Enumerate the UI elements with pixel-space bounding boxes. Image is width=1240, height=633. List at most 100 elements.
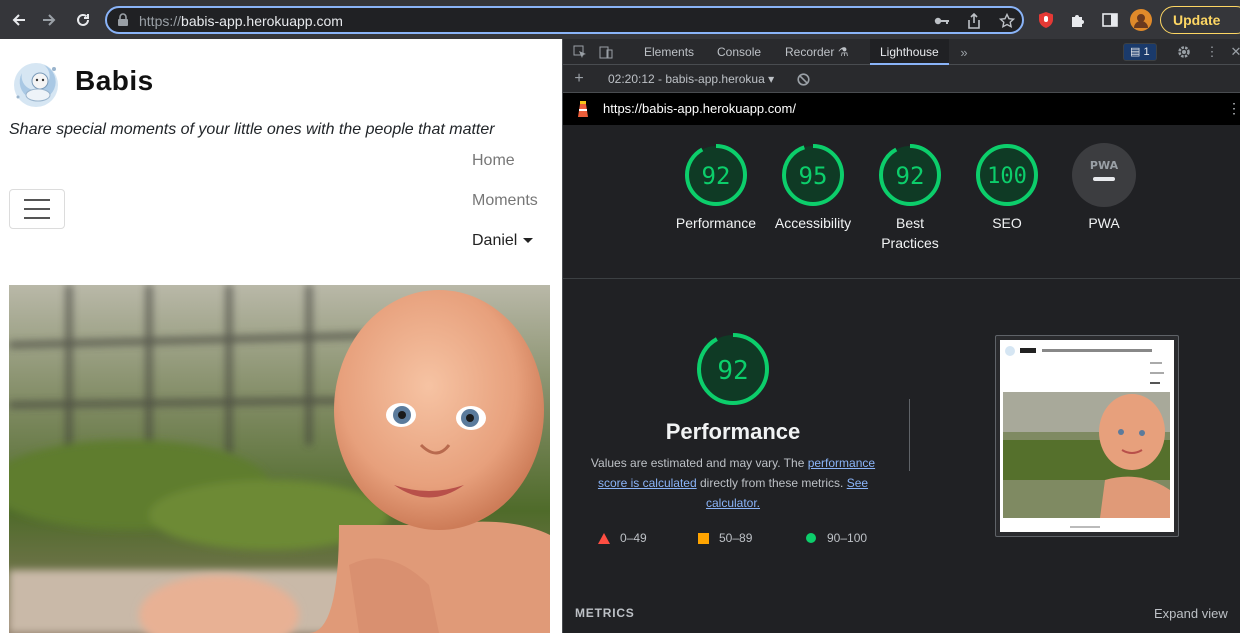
back-button[interactable]	[8, 9, 30, 31]
report-selector[interactable]: 02:20:12 - babis-app.herokua ▾	[608, 72, 774, 86]
gauge-label: Performance	[675, 215, 757, 231]
brand-name[interactable]: Babis	[75, 65, 154, 97]
gauge-seo[interactable]: 100 SEO	[957, 143, 1057, 233]
circle-pass-icon	[806, 533, 816, 543]
browser-toolbar: https://babis-app.herokuapp.com Update	[0, 0, 1240, 39]
address-bar[interactable]: https://babis-app.herokuapp.com	[105, 6, 1024, 34]
gauge-label: SEO	[992, 215, 1022, 231]
expand-view-toggle[interactable]: Expand view	[1154, 606, 1228, 621]
gauge-score: 95	[799, 162, 828, 190]
gauge-accessibility[interactable]: 95 Accessibility	[763, 143, 863, 233]
performance-section: 92 Performance Values are estimated and …	[563, 279, 1240, 633]
gauge-pwa[interactable]: PWA PWA	[1054, 143, 1154, 233]
gauge-score: 92	[717, 356, 748, 386]
inspect-element-icon[interactable]	[571, 43, 589, 61]
gauge-ring: 92	[685, 144, 747, 206]
performance-description: Values are estimated and may vary. The p…	[583, 453, 883, 513]
devtools-tabbar: Elements Console Recorder ⚗ Lighthouse »…	[563, 39, 1240, 65]
flask-icon: ⚗	[837, 45, 849, 59]
legend-pass-label: 90–100	[827, 531, 868, 545]
address-url: https://babis-app.herokuapp.com	[139, 13, 343, 29]
reload-button[interactable]	[72, 9, 94, 31]
gauge-score: 92	[896, 162, 925, 190]
gauge-performance[interactable]: 92 Performance	[666, 143, 766, 233]
gauge-ring: 95	[782, 144, 844, 206]
legend-average-label: 50–89	[719, 531, 753, 545]
tab-console[interactable]: Console	[717, 39, 761, 65]
nav-moments[interactable]: Moments	[472, 192, 538, 210]
bookmark-star-icon[interactable]	[999, 13, 1015, 29]
report-selector-label: 02:20:12 - babis-app.herokua	[608, 72, 765, 86]
key-icon[interactable]	[934, 13, 950, 29]
performance-gauge-large: 92	[696, 332, 770, 411]
reload-icon	[77, 13, 89, 26]
lighthouse-logo-icon	[575, 100, 591, 123]
menu-bar	[24, 199, 50, 201]
gauge-ring: 100	[976, 144, 1038, 206]
issues-icon: ▤	[1130, 46, 1141, 58]
settings-gear-icon[interactable]	[1175, 43, 1193, 61]
tab-recorder-label: Recorder	[785, 45, 835, 59]
vertical-divider	[909, 399, 910, 471]
dropdown-arrow-icon: ▾	[768, 72, 775, 86]
web-page: Babis Share special moments of your litt…	[0, 39, 562, 633]
gauge-label: PWA	[1088, 215, 1120, 231]
kebab-menu-icon[interactable]: ⋮	[1203, 43, 1221, 61]
gauge-ring: 92	[879, 144, 941, 206]
tagline: Share special moments of your little one…	[9, 121, 495, 138]
gauge-label: Best Practices	[881, 215, 939, 251]
menu-bar	[24, 217, 50, 219]
update-button[interactable]: Update	[1160, 6, 1240, 34]
user-name: Daniel	[472, 232, 518, 249]
tab-elements[interactable]: Elements	[644, 39, 694, 65]
final-screenshot-thumbnail[interactable]	[995, 335, 1179, 537]
pwa-badge-text: PWA	[1090, 159, 1119, 172]
back-arrow-icon	[12, 14, 25, 26]
gauge-ring: 92	[697, 333, 769, 405]
lighthouse-url-bar: https://babis-app.herokuapp.com/ ⋮	[563, 93, 1240, 125]
legend-pass: 90–100	[805, 531, 867, 545]
gauge-score: 92	[702, 162, 731, 190]
tab-recorder[interactable]: Recorder ⚗	[785, 39, 848, 65]
nav-home[interactable]: Home	[472, 152, 515, 170]
thumbnail-image	[1000, 340, 1174, 532]
legend-fail: 0–49	[598, 531, 647, 545]
report-url[interactable]: https://babis-app.herokuapp.com/	[603, 101, 796, 116]
triangle-fail-icon	[598, 532, 610, 544]
profile-avatar-icon[interactable]	[1130, 9, 1152, 31]
share-icon[interactable]	[966, 13, 982, 29]
issues-count: 1	[1143, 46, 1150, 58]
score-gauges: 92 Performance 95 Accessibility 92 Best …	[563, 125, 1240, 279]
clear-reports-icon[interactable]	[794, 70, 812, 88]
close-icon[interactable]: ✕	[1227, 43, 1240, 61]
desc-text: directly from these metrics.	[696, 476, 847, 490]
forward-arrow-icon	[43, 14, 56, 26]
device-toolbar-icon[interactable]	[597, 43, 615, 61]
lighthouse-toolbar: + 02:20:12 - babis-app.herokua ▾	[563, 65, 1240, 93]
pwa-badge-icon: PWA	[1072, 143, 1136, 207]
devtools-panel: Elements Console Recorder ⚗ Lighthouse »…	[562, 39, 1240, 633]
gauge-best-practices[interactable]: 92 Best Practices	[860, 143, 960, 253]
legend-average: 50–89	[698, 531, 752, 545]
report-menu-icon[interactable]: ⋮	[1227, 100, 1240, 117]
tab-lighthouse[interactable]: Lighthouse	[870, 39, 949, 65]
side-panel-icon[interactable]	[1099, 9, 1121, 31]
extension-shield-icon[interactable]	[1035, 9, 1057, 31]
extensions-puzzle-icon[interactable]	[1067, 9, 1089, 31]
navbar-toggler-button[interactable]	[9, 189, 65, 229]
nav-user-dropdown[interactable]: Daniel	[472, 232, 534, 250]
gauge-score: 100	[987, 164, 1027, 189]
caret-down-icon	[523, 238, 534, 244]
baby-photo	[9, 285, 550, 633]
desc-text: Values are estimated and may vary. The	[590, 456, 808, 470]
issues-badge[interactable]: ▤ 1	[1123, 43, 1157, 61]
babis-logo-icon[interactable]	[10, 57, 65, 109]
forward-button[interactable]	[38, 9, 60, 31]
new-report-plus-icon[interactable]: +	[570, 70, 588, 88]
performance-title: Performance	[665, 419, 801, 444]
lock-icon[interactable]	[117, 13, 129, 32]
more-tabs-icon[interactable]: »	[955, 43, 973, 61]
menu-bar	[24, 208, 50, 210]
gauge-label: Accessibility	[774, 215, 852, 231]
legend-fail-label: 0–49	[620, 531, 647, 545]
